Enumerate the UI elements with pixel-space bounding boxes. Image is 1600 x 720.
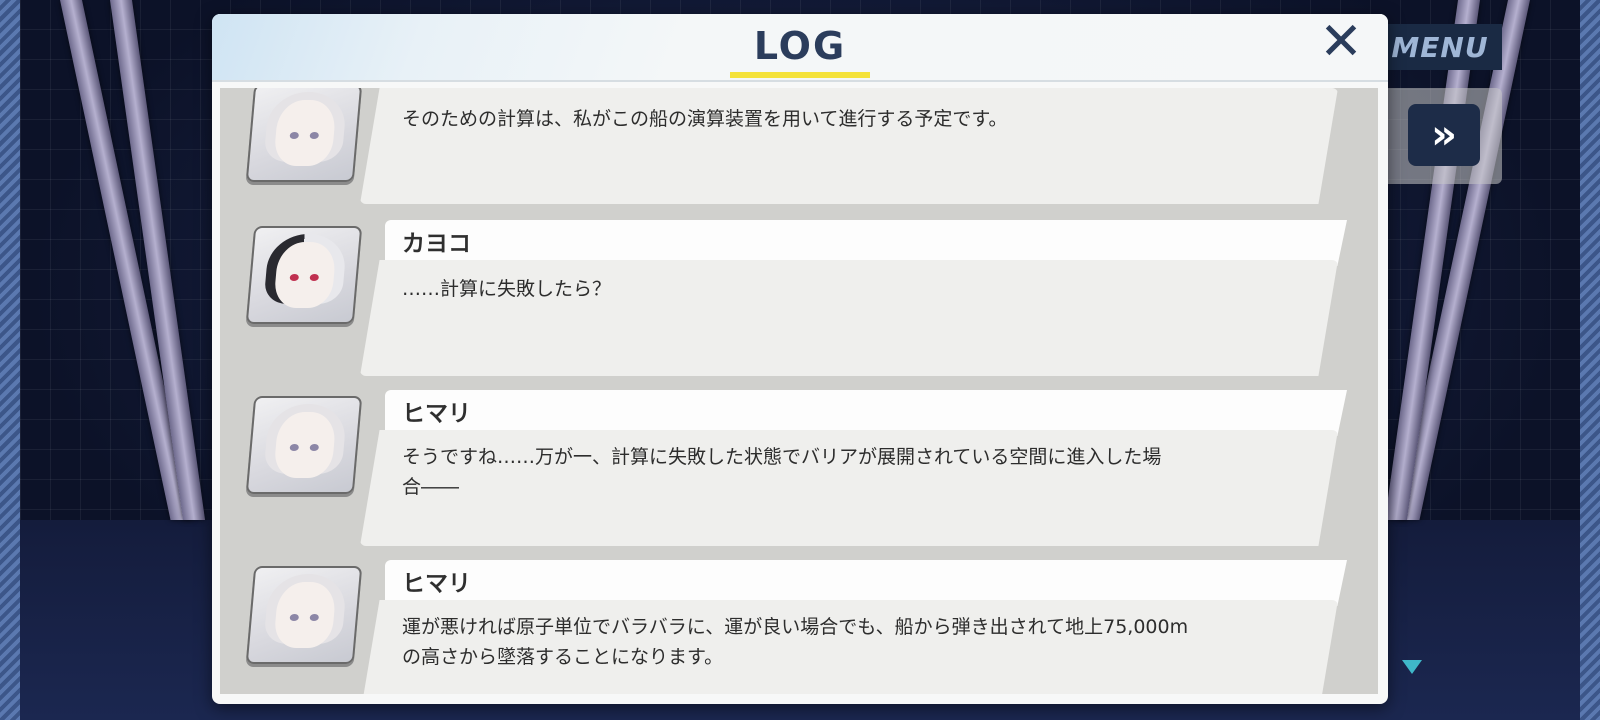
speaker-name: ヒマリ [402, 401, 471, 427]
close-icon: ✕ [1319, 14, 1363, 72]
scroll-down-indicator-icon [1402, 660, 1422, 674]
log-list[interactable]: そのための計算は、私がこの船の演算装置を用いて進行する予定です。 カヨコ ……計… [220, 88, 1378, 694]
log-entry: ヒマリ 運が悪ければ原子単位でバラバラに、運が良い場合でも、船から弾き出されて地… [220, 560, 1378, 694]
message-text: そうですね……万が一、計算に失敗した状態でバリアが展開されている空間に進入した場… [402, 446, 1162, 498]
title-underline [730, 72, 870, 78]
fast-forward-icon: » [1431, 112, 1457, 158]
log-dialog: LOG ✕ そのための計算は、私がこの船の演算装置を用いて進行する予定です。 カ… [212, 14, 1388, 704]
message-text: ……計算に失敗したら？ [402, 278, 612, 300]
close-button[interactable]: ✕ [1317, 16, 1365, 68]
message-text: そのための計算は、私がこの船の演算装置を用いて進行する予定です。 [402, 108, 1008, 130]
avatar-himari [245, 566, 363, 664]
speaker-name: カヨコ [402, 231, 471, 257]
name-tab [385, 220, 1347, 266]
fast-forward-button[interactable]: » [1408, 104, 1480, 166]
log-title: LOG [753, 24, 847, 68]
avatar-kayoko [245, 226, 363, 324]
log-header: LOG ✕ [212, 14, 1388, 82]
right-border-stripe [1580, 0, 1600, 720]
avatar-himari [245, 88, 363, 182]
message-text: 運が悪ければ原子単位でバラバラに、運が良い場合でも、船から弾き出されて地上75,… [402, 616, 1189, 668]
name-tab [385, 560, 1347, 606]
menu-button[interactable]: MENU [1378, 24, 1502, 70]
left-border-stripe [0, 0, 20, 720]
log-entry: そのための計算は、私がこの船の演算装置を用いて進行する予定です。 [220, 88, 1378, 204]
speaker-name: ヒマリ [402, 571, 471, 597]
log-entry: カヨコ ……計算に失敗したら？ [220, 220, 1378, 380]
avatar-himari [245, 396, 363, 494]
log-entry: ヒマリ そうですね……万が一、計算に失敗した状態でバリアが展開されている空間に進… [220, 390, 1378, 550]
name-tab [385, 390, 1347, 436]
